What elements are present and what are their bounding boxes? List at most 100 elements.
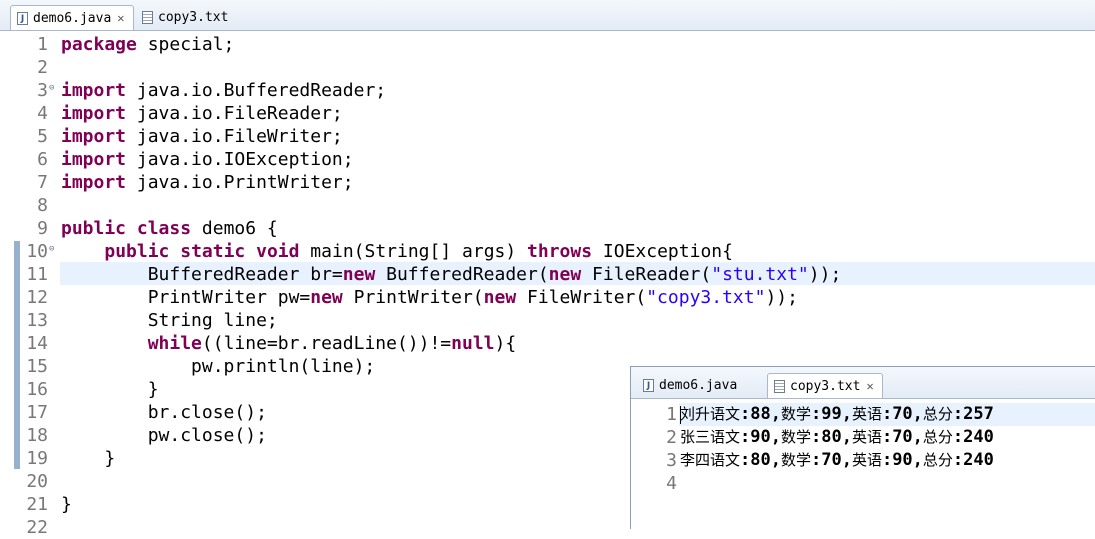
keyword-token: while <box>147 333 202 354</box>
fold-icon[interactable]: ⊖ <box>49 77 54 100</box>
text-token: 总分 <box>922 451 953 469</box>
tab-copy3-txt[interactable]: copy3.txt ✕ <box>767 373 883 398</box>
line-number: 2 <box>37 57 48 78</box>
keyword-token: import <box>61 80 127 101</box>
text-token: 数学 <box>780 451 811 469</box>
close-icon[interactable]: ✕ <box>117 11 124 25</box>
keyword-token: public <box>104 241 170 262</box>
code-token: IOException{ <box>592 241 733 262</box>
close-icon[interactable]: ✕ <box>866 379 873 393</box>
text-token: 英语 <box>851 428 882 446</box>
java-file-icon: J <box>643 379 654 392</box>
code-token: )); <box>808 264 842 285</box>
tab-demo6-java[interactable]: J demo6.java <box>637 373 745 398</box>
code-line: import java.io.PrintWriter; <box>61 171 354 194</box>
text-file-icon <box>774 379 785 393</box>
code-token: BufferedReader br= <box>61 264 343 285</box>
code-line: pw.println(line); <box>61 355 375 378</box>
code-line: br.close(); <box>61 401 267 424</box>
keyword-token: import <box>61 126 127 147</box>
code-line: import java.io.BufferedReader; <box>61 79 386 102</box>
keyword-token: throws <box>527 241 593 262</box>
text-token: :99, <box>810 404 852 424</box>
keyword-token: new <box>310 287 343 308</box>
text-token: 总分 <box>922 428 953 446</box>
code-line: public class demo6 { <box>61 217 278 240</box>
code-line: package special; <box>61 33 234 56</box>
code-line: } <box>61 493 72 516</box>
code-token: } <box>61 379 159 400</box>
fold-icon[interactable]: ⊖ <box>49 238 54 261</box>
line-number: 4 <box>37 103 48 124</box>
string-token: "stu.txt" <box>711 264 809 285</box>
tab-label: demo6.java <box>33 10 112 26</box>
code-line: } <box>61 378 159 401</box>
line-number: 12 <box>26 287 48 308</box>
line-number: 3 <box>666 450 677 471</box>
tab-demo6-java[interactable]: J demo6.java ✕ <box>10 5 134 30</box>
code-token: java.io.BufferedReader; <box>126 80 387 101</box>
line-number: 2 <box>666 427 677 448</box>
line-number: 22 <box>26 517 48 538</box>
text-token: 张三语文 <box>680 428 741 446</box>
keyword-token: package <box>61 34 137 55</box>
text-token: 刘升语文 <box>680 405 741 423</box>
line-number: 3 <box>37 80 48 101</box>
text-token: :70, <box>810 450 852 470</box>
keyword-token: import <box>61 149 127 170</box>
tab-copy3-txt[interactable]: copy3.txt <box>136 5 236 30</box>
java-file-icon: J <box>17 11 28 25</box>
code-line: public static void main(String[] args) t… <box>61 240 733 263</box>
code-token: ((line=br.readLine())!= <box>201 333 452 354</box>
line-number: 11 <box>26 264 48 285</box>
code-line: String line; <box>61 309 278 332</box>
keyword-token: new <box>548 264 582 285</box>
line-number: 8 <box>37 195 48 216</box>
line-number: 14 <box>26 333 48 354</box>
text-token: 数学 <box>780 405 811 423</box>
line-number: 5 <box>37 126 48 147</box>
keyword-token: public <box>61 218 127 239</box>
line-number: 7 <box>37 172 48 193</box>
text-token: 李四语文 <box>680 451 741 469</box>
keyword-token: class <box>136 218 192 239</box>
code-token: java.io.PrintWriter; <box>126 172 354 193</box>
line-number: 16 <box>26 379 48 400</box>
keyword-token: null <box>451 333 495 354</box>
text-token: :80, <box>810 427 852 447</box>
line-number: 21 <box>26 494 48 515</box>
code-token: special; <box>136 34 235 55</box>
line-number: 6 <box>37 149 48 170</box>
keyword-token: void <box>256 241 300 262</box>
floating-editor-window[interactable]: J demo6.java copy3.txt ✕ 1234 刘升语文:88,数学… <box>630 366 1095 529</box>
text-token: :90, <box>881 450 923 470</box>
code-token: demo6 { <box>191 218 278 239</box>
code-token: )); <box>765 287 798 308</box>
keyword-token: import <box>61 172 127 193</box>
text-line: 张三语文:90,数学:80,英语:70,总分:240 <box>680 426 994 449</box>
code-token: br.close(); <box>61 402 267 423</box>
line-number: 20 <box>26 471 48 492</box>
keyword-token: import <box>61 103 127 124</box>
code-token: BufferedReader( <box>375 264 549 285</box>
code-token: java.io.FileWriter; <box>126 126 343 147</box>
code-token: pw.close(); <box>61 425 267 446</box>
line-number: 9 <box>37 218 48 239</box>
code-token: } <box>61 494 72 515</box>
code-line: import java.io.FileWriter; <box>61 125 343 148</box>
text-token: :240 <box>952 427 994 447</box>
keyword-token: new <box>342 264 376 285</box>
code-token: java.io.FileReader; <box>126 103 343 124</box>
line-number: 17 <box>26 402 48 423</box>
text-token: 总分 <box>922 405 953 423</box>
tab-label: copy3.txt <box>158 10 229 25</box>
text-token: :257 <box>952 404 994 424</box>
code-token: main(String[] args) <box>299 241 528 262</box>
code-token: ){ <box>494 333 517 354</box>
editor-tab-bar: J demo6.java ✕ copy3.txt <box>0 0 1095 31</box>
code-line: while((line=br.readLine())!=null){ <box>61 332 516 355</box>
keyword-token: new <box>483 287 517 308</box>
